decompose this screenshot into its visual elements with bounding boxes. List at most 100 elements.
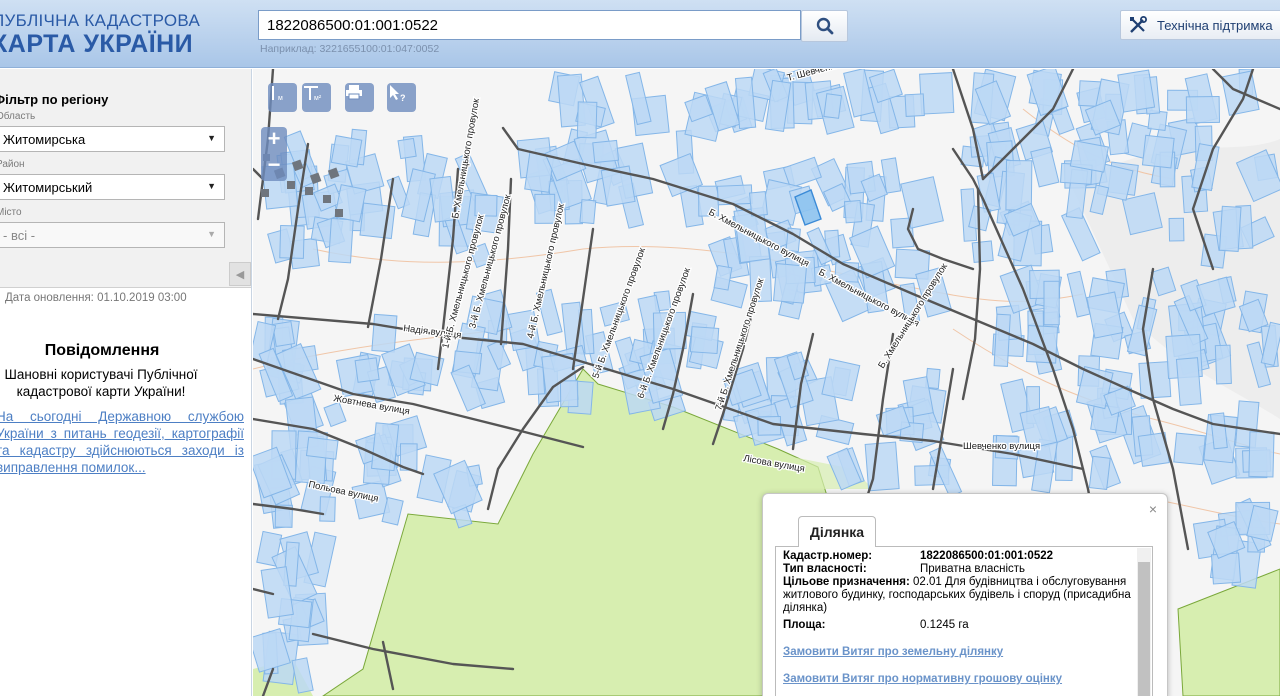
parcel[interactable] <box>371 313 398 353</box>
parcel[interactable] <box>1214 344 1232 385</box>
tech-support-label: Технічна підтримка <box>1157 17 1273 33</box>
oblast-label: Область <box>0 111 36 122</box>
parcel[interactable] <box>559 380 579 408</box>
info-row-area: Площа: 0.1245 га <box>783 619 969 632</box>
close-icon[interactable]: × <box>1149 501 1157 517</box>
print-icon <box>346 85 362 100</box>
parcel[interactable] <box>319 496 336 522</box>
ruler-tool-button[interactable]: м <box>268 83 297 112</box>
logo-line-bottom[interactable]: КАРТА УКРАЇНИ <box>0 30 193 59</box>
parcel[interactable] <box>1175 357 1202 406</box>
misto-label: Місто <box>0 207 22 218</box>
info-key: Площа: <box>783 619 826 631</box>
parcel[interactable] <box>579 199 597 225</box>
zoom-control: + − <box>261 127 287 181</box>
parcel[interactable] <box>1210 552 1242 585</box>
search-hint: Наприклад: 3221655100:01:047:0052 <box>260 43 440 55</box>
parcel[interactable] <box>919 72 955 115</box>
parcel[interactable] <box>354 357 380 383</box>
parcel[interactable] <box>843 199 863 224</box>
parcel[interactable] <box>1218 205 1242 252</box>
parcel[interactable] <box>1117 69 1156 113</box>
search-button[interactable] <box>801 10 848 42</box>
ownership-value: Приватна власність <box>920 563 1026 575</box>
logo-line-top[interactable]: ПУБЛІЧНА КАДАСТРОВА <box>0 11 200 31</box>
info-key: Цільове призначення: <box>783 576 910 588</box>
parcel[interactable] <box>1168 217 1185 242</box>
info-key: Кадастр.номер: <box>783 550 873 562</box>
parcel[interactable] <box>1005 159 1033 211</box>
filter-title: Фільтр по регіону <box>0 92 109 107</box>
popup-content: Кадастр.номер: 1822086500:01:001:0522 Ти… <box>775 546 1153 696</box>
search-icon <box>816 17 833 35</box>
parcel[interactable] <box>1173 432 1206 466</box>
parcel[interactable] <box>397 137 417 160</box>
tab-parcel[interactable]: Ділянка <box>798 516 876 547</box>
order-valuation-link[interactable]: Замовити Витяг про нормативну грошову оц… <box>783 673 1062 685</box>
region-filter: Фільтр по регіону Область Житомирська ▼ … <box>0 69 251 288</box>
oblast-select-value: Житомирська <box>3 132 86 147</box>
svg-text:?: ? <box>400 93 406 103</box>
svg-text:м²: м² <box>314 95 322 102</box>
misto-select[interactable]: - всі - ▼ <box>0 222 225 248</box>
chevron-down-icon: ▼ <box>207 133 216 143</box>
collapse-panel-button[interactable]: ◀ <box>229 262 251 286</box>
parcel[interactable] <box>330 135 363 168</box>
print-button[interactable] <box>345 83 374 112</box>
parcel[interactable] <box>993 313 1011 367</box>
info-row-cadnum: Кадастр.номер: 1822086500:01:001:0522 <box>783 550 1053 563</box>
update-date: Дата оновлення: 01.10.2019 03:00 <box>5 292 187 304</box>
info-key: Тип власності: <box>783 563 867 575</box>
identify-icon: ? <box>390 85 406 103</box>
rayon-label: Район <box>0 159 25 170</box>
parcel[interactable] <box>1069 140 1110 173</box>
parcel[interactable] <box>1088 455 1111 491</box>
parcel[interactable] <box>305 436 339 460</box>
chevron-left-icon: ◀ <box>235 268 245 281</box>
messages-title: Повідомлення <box>44 342 160 359</box>
header-bar: ПУБЛІЧНА КАДАСТРОВА КАРТА УКРАЇНИ Наприк… <box>0 0 1280 68</box>
identify-button[interactable]: ? <box>387 83 416 112</box>
parcel[interactable] <box>1043 280 1060 326</box>
parcel[interactable] <box>823 93 843 119</box>
popup-scrollbar[interactable] <box>1137 548 1151 696</box>
ruler-icon: м <box>272 86 283 102</box>
cadastral-search-input[interactable] <box>258 10 801 40</box>
zoom-in-button[interactable]: + <box>263 128 285 151</box>
tools-icon <box>1130 16 1147 33</box>
left-panel: Фільтр по регіону Область Житомирська ▼ … <box>0 69 252 696</box>
tech-support-button[interactable]: Технічна підтримка <box>1120 10 1280 40</box>
misto-select-value: - всі - <box>3 228 36 243</box>
rayon-select[interactable]: Житомирський ▼ <box>0 174 225 200</box>
oblast-select[interactable]: Житомирська ▼ <box>0 126 225 152</box>
street-label: Шевченко вулиця <box>963 441 1040 452</box>
parcel[interactable] <box>772 263 808 304</box>
parcel[interactable] <box>904 93 925 117</box>
zoom-out-button[interactable]: − <box>263 154 285 177</box>
chevron-down-icon: ▼ <box>207 181 216 191</box>
area-tool-button[interactable]: м² <box>302 83 331 112</box>
area-value: 0.1245 га <box>920 619 969 631</box>
parcel[interactable] <box>474 194 498 217</box>
cadastral-number-value: 1822086500:01:001:0522 <box>920 550 1054 562</box>
parcel[interactable] <box>328 217 354 264</box>
parcel[interactable] <box>689 326 720 355</box>
area-ruler-icon: м² <box>304 86 322 102</box>
parcel[interactable] <box>592 139 620 164</box>
parcel[interactable] <box>576 101 598 139</box>
parcel[interactable] <box>1248 431 1275 478</box>
order-extract-link[interactable]: Замовити Витяг про земельну ділянку <box>783 646 1003 658</box>
chevron-down-icon: ▼ <box>207 229 216 239</box>
scrollbar-thumb[interactable] <box>1138 562 1150 696</box>
parcel-popup: × Ділянка Кадастр.номер: 1822086500:01:0… <box>762 493 1168 696</box>
svg-text:м: м <box>278 95 283 102</box>
rayon-select-value: Житомирський <box>3 180 93 195</box>
info-row-ownership: Тип власності: Приватна власність <box>783 563 1025 576</box>
parcel[interactable] <box>1141 134 1175 169</box>
parcel[interactable] <box>971 240 994 263</box>
messages-link[interactable]: На сьогодні Державною службою України з … <box>0 408 244 476</box>
messages-text: Шановні користувачі Публічної кадастрово… <box>4 367 198 399</box>
info-row-purpose: Цільове призначення: 02.01 Для будівницт… <box>783 576 1135 615</box>
parcel[interactable] <box>1185 95 1220 124</box>
parcel[interactable] <box>1138 361 1172 399</box>
